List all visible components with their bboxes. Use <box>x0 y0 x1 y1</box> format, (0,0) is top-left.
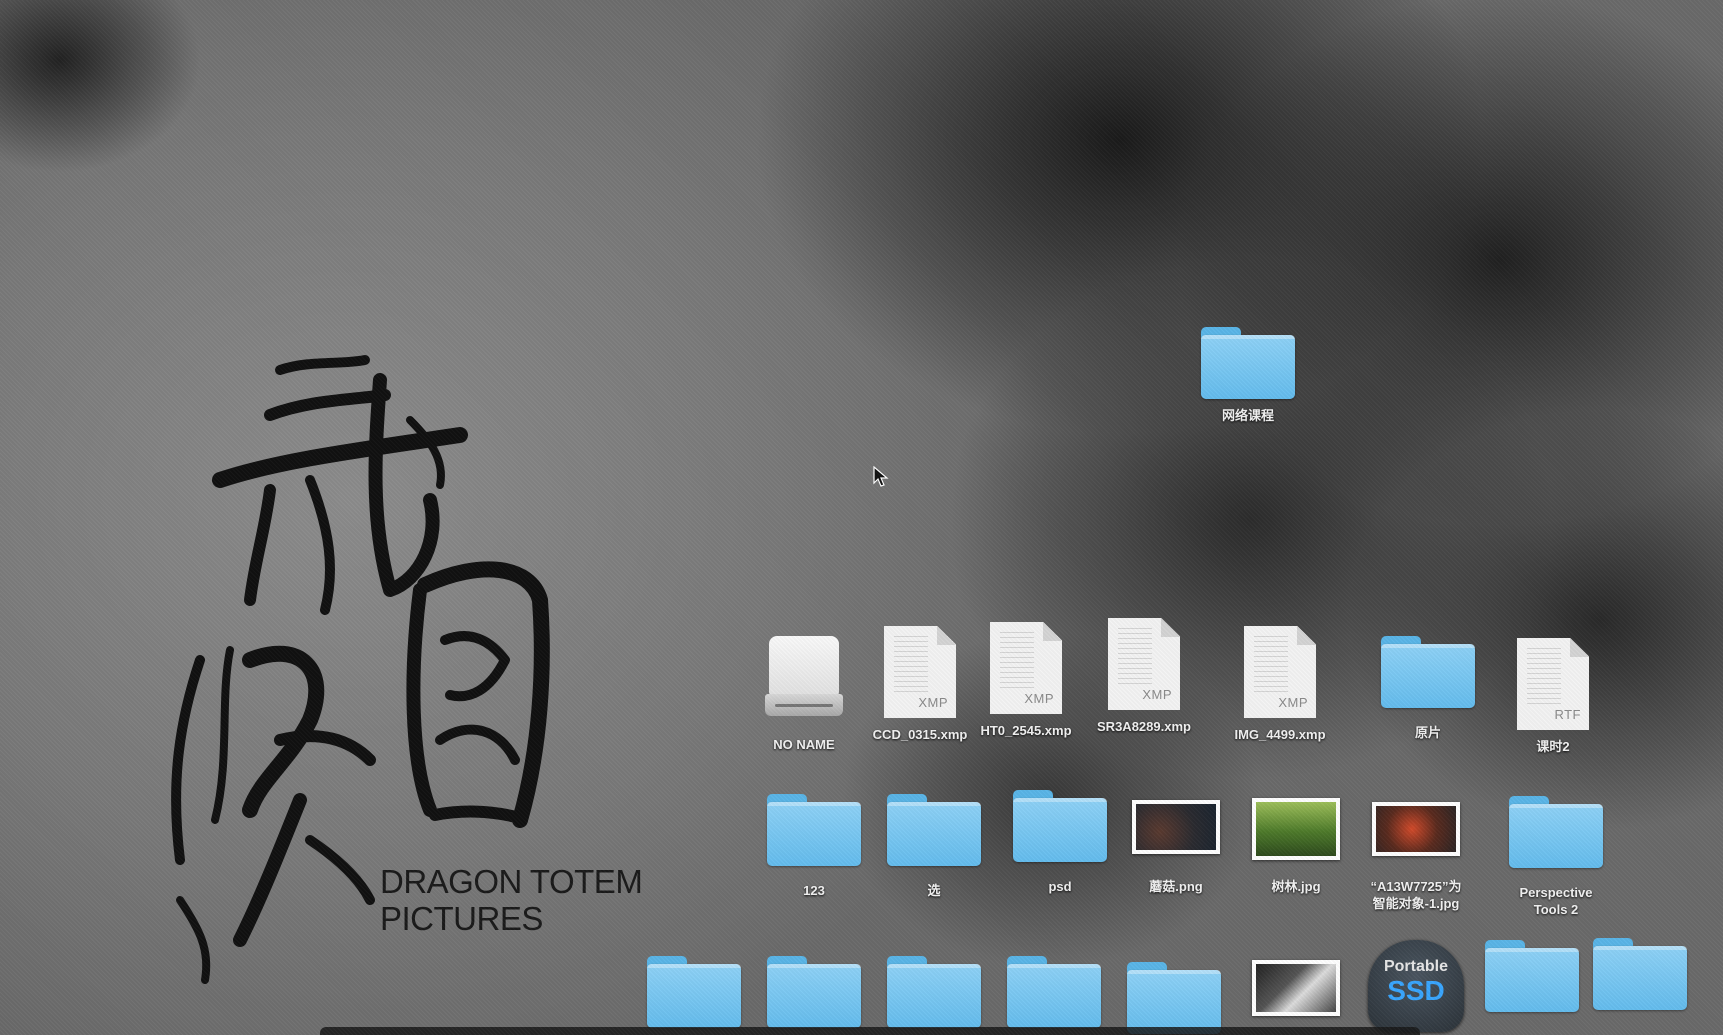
folder-icon <box>767 956 861 1028</box>
icon-label: CCD_0315.xmp <box>872 727 968 742</box>
ssd-label-line1: Portable <box>1383 958 1448 975</box>
folder-network-course[interactable]: 网络课程 <box>1188 327 1308 424</box>
folder-icon <box>767 794 861 866</box>
file-ccd-0315[interactable]: XMP CCD_0315.xmp <box>860 626 980 743</box>
folder-unnamed[interactable] <box>874 956 994 1028</box>
folder-icon <box>647 956 741 1028</box>
image-forest[interactable]: 树林.jpg <box>1236 798 1356 895</box>
folder-unnamed[interactable] <box>634 956 754 1028</box>
ssd-label-line2: SSD <box>1387 975 1445 1006</box>
folder-original[interactable]: 原片 <box>1368 636 1488 741</box>
image-unnamed[interactable] <box>1236 960 1356 1016</box>
icon-label: NO NAME <box>773 737 835 752</box>
dock[interactable] <box>320 1027 1420 1035</box>
xmp-document-icon: XMP <box>884 626 956 718</box>
folder-icon <box>1485 940 1579 1012</box>
wallpaper-logo: DRAGON TOTEM PICTURES <box>160 340 680 1000</box>
folder-icon <box>1509 796 1603 868</box>
folder-icon <box>1201 327 1295 399</box>
image-mushroom[interactable]: 蘑菇.png <box>1116 800 1236 895</box>
icon-label: 树林.jpg <box>1271 879 1321 894</box>
file-lesson2[interactable]: RTF 课时2 <box>1493 638 1613 755</box>
logo-text-line1: DRAGON TOTEM <box>380 863 643 900</box>
file-img-4499[interactable]: XMP IMG_4499.xmp <box>1220 626 1340 743</box>
xmp-document-icon: XMP <box>1244 626 1316 718</box>
icon-label: 选 <box>927 883 941 898</box>
folder-unnamed[interactable] <box>1472 940 1592 1012</box>
folder-icon <box>1593 938 1687 1010</box>
image-thumbnail-icon <box>1372 802 1460 856</box>
rtf-document-icon: RTF <box>1517 638 1589 730</box>
folder-icon <box>887 794 981 866</box>
folder-icon <box>1007 956 1101 1028</box>
icon-label: 蘑菇.png <box>1149 879 1203 894</box>
image-thumbnail-icon <box>1252 798 1340 860</box>
icon-label: IMG_4499.xmp <box>1234 727 1326 742</box>
xmp-document-icon: XMP <box>1108 618 1180 710</box>
file-ext: XMP <box>1278 695 1308 710</box>
folder-icon <box>887 956 981 1028</box>
desktop[interactable]: DRAGON TOTEM PICTURES 网络课程 NO NAME XMP C… <box>0 0 1723 1035</box>
icon-label: Perspective Tools 2 <box>1519 885 1593 917</box>
file-ext: RTF <box>1554 707 1581 722</box>
folder-unnamed[interactable] <box>994 956 1114 1028</box>
image-thumbnail-icon <box>1252 960 1340 1016</box>
file-ext: XMP <box>1024 691 1054 706</box>
folder-icon <box>1381 636 1475 708</box>
icon-label: “A13W7725”为 智能对象-1.jpg <box>1370 879 1462 911</box>
icon-label: psd <box>1048 879 1072 894</box>
folder-unnamed[interactable] <box>754 956 874 1028</box>
icon-label: HT0_2545.xmp <box>980 723 1072 738</box>
logo-text-line2: PICTURES <box>380 900 543 937</box>
folder-unnamed[interactable] <box>1114 962 1234 1034</box>
folder-select[interactable]: 选 <box>874 794 994 899</box>
file-ht0-2545[interactable]: XMP HT0_2545.xmp <box>966 622 1086 739</box>
image-thumbnail-icon <box>1132 800 1220 854</box>
xmp-document-icon: XMP <box>990 622 1062 714</box>
drive-no-name[interactable]: NO NAME <box>744 636 864 753</box>
portable-ssd-icon: Portable SSD <box>1368 940 1464 1032</box>
image-a13w7725[interactable]: “A13W7725”为 智能对象-1.jpg <box>1356 802 1476 912</box>
external-drive-icon <box>765 636 843 726</box>
mouse-pointer-icon <box>873 466 889 487</box>
icon-label: 123 <box>803 883 825 898</box>
icon-label: 课时2 <box>1536 739 1570 754</box>
portable-ssd-drive[interactable]: Portable SSD <box>1356 940 1476 1032</box>
file-ext: XMP <box>1142 687 1172 702</box>
file-ext: XMP <box>918 695 948 710</box>
folder-icon <box>1013 790 1107 862</box>
folder-unnamed[interactable] <box>1580 938 1700 1010</box>
icon-label: 原片 <box>1414 725 1441 740</box>
file-sr3a8289[interactable]: XMP SR3A8289.xmp <box>1084 618 1204 735</box>
folder-icon <box>1127 962 1221 1034</box>
icon-label: 网络课程 <box>1221 408 1274 423</box>
folder-psd[interactable]: psd <box>1000 790 1120 895</box>
folder-perspective-tools[interactable]: Perspective Tools 2 <box>1496 796 1616 918</box>
folder-123[interactable]: 123 <box>754 794 874 899</box>
icon-label: SR3A8289.xmp <box>1097 719 1191 734</box>
